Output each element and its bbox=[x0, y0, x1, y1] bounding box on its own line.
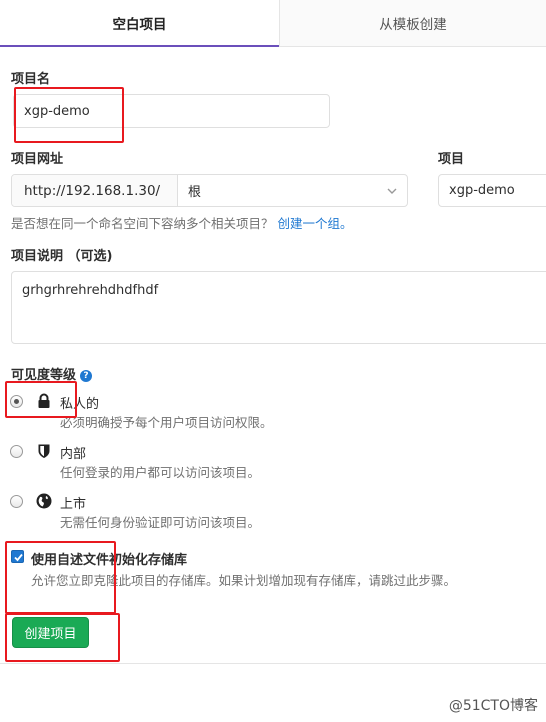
lock-icon bbox=[38, 393, 50, 408]
project-url-group: http://192.168.1.30/ 根 bbox=[11, 174, 408, 207]
internal-desc: 任何登录的用户都可以访问该项目。 bbox=[60, 465, 261, 480]
public-desc: 无需任何身份验证即可访问该项目。 bbox=[60, 515, 261, 530]
description-value: grhgrhrehrehdhdfhdf bbox=[22, 283, 159, 298]
project-name-input[interactable]: xgp-demo bbox=[13, 94, 330, 128]
radio-internal[interactable] bbox=[10, 445, 23, 458]
group-hint: 是否想在同一个命名空间下容纳多个相关项目？ 创建一个组。 bbox=[11, 213, 353, 232]
create-group-link[interactable]: 创建一个组。 bbox=[278, 216, 353, 231]
description-label: 项目说明 （可选) bbox=[11, 249, 113, 264]
tab-blank-project[interactable]: 空白项目 bbox=[0, 0, 279, 47]
visibility-label: 可见度等级? bbox=[11, 364, 93, 383]
namespace-select[interactable]: 根 bbox=[178, 175, 407, 206]
divider bbox=[0, 663, 546, 664]
watermark: @51CTO博客 bbox=[448, 698, 538, 714]
tab-bar: 空白项目 从模板创建 bbox=[0, 0, 546, 47]
visibility-label-text: 可见度等级 bbox=[11, 368, 77, 383]
project-name-value: xgp-demo bbox=[24, 103, 90, 119]
check-icon bbox=[14, 553, 23, 562]
namespace-value: 根 bbox=[188, 185, 202, 200]
tab-from-template[interactable]: 从模板创建 bbox=[279, 0, 546, 47]
create-project-button[interactable]: 创建项目 bbox=[12, 617, 89, 648]
globe-icon bbox=[36, 493, 52, 509]
private-desc: 必须明确授予每个用户项目访问权限。 bbox=[60, 415, 273, 430]
project-slug-input[interactable]: xgp-demo bbox=[438, 174, 546, 207]
radio-private[interactable] bbox=[10, 395, 23, 408]
project-name-label: 项目名 bbox=[11, 72, 51, 87]
readme-label[interactable]: 使用自述文件初始化存储库 bbox=[31, 549, 187, 568]
project-slug-label: 项目 bbox=[438, 152, 465, 167]
private-title: 私人的 bbox=[60, 397, 100, 412]
shield-icon bbox=[38, 444, 50, 458]
readme-checkbox[interactable] bbox=[11, 550, 24, 563]
url-prefix: http://192.168.1.30/ bbox=[12, 175, 178, 206]
group-hint-text: 是否想在同一个命名空间下容纳多个相关项目？ bbox=[11, 216, 274, 231]
chevron-down-icon bbox=[387, 188, 397, 194]
public-title: 上市 bbox=[60, 497, 87, 512]
description-textarea[interactable]: grhgrhrehrehdhdfhdf bbox=[11, 271, 546, 344]
project-slug-value: xgp-demo bbox=[449, 183, 515, 198]
radio-public[interactable] bbox=[10, 495, 23, 508]
project-url-label: 项目网址 bbox=[11, 152, 64, 167]
internal-title: 内部 bbox=[60, 447, 87, 462]
readme-desc: 允许您立即克隆此项目的存储库。如果计划增加现有存储库，请跳过此步骤。 bbox=[31, 573, 457, 588]
help-icon[interactable]: ? bbox=[80, 370, 93, 382]
